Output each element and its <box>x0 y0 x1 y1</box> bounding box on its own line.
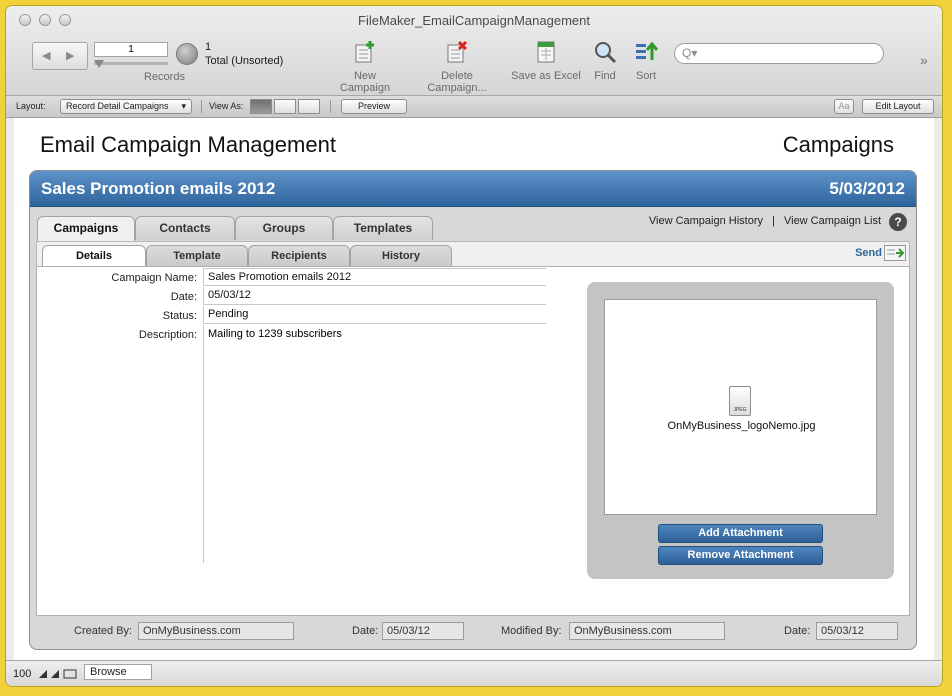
view-as-table-button[interactable] <box>298 99 320 114</box>
save-as-excel-button[interactable]: Save as Excel <box>511 40 581 82</box>
delete-campaign-label: Delete Campaign... <box>427 70 487 94</box>
mode-indicator[interactable]: Browse <box>84 664 152 680</box>
campaign-name-field[interactable]: Sales Promotion emails 2012 <box>203 268 546 286</box>
save-as-excel-label: Save as Excel <box>511 70 581 82</box>
date-field[interactable]: 05/03/12 <box>203 287 546 305</box>
campaign-date-heading: 5/03/2012 <box>829 179 905 198</box>
remove-attachment-button[interactable]: Remove Attachment <box>658 546 823 565</box>
view-as-label: View As: <box>209 101 244 111</box>
campaign-header: Sales Promotion emails 2012 5/03/2012 <box>30 171 916 207</box>
campaign-name-label: Campaign Name: <box>111 272 197 284</box>
modified-by-field: OnMyBusiness.com <box>569 622 725 640</box>
preview-button[interactable]: Preview <box>341 99 407 114</box>
title-bar: FileMaker_EmailCampaignManagement ◀ ▶ 1 … <box>6 6 942 96</box>
modified-date-label: Date: <box>784 625 811 637</box>
record-count: 1 <box>205 41 212 53</box>
records-label: Records <box>144 71 185 83</box>
view-campaign-list-link[interactable]: View Campaign List <box>784 215 881 227</box>
campaign-links: View Campaign History | View Campaign Li… <box>649 215 881 227</box>
text-format-button[interactable]: Aa <box>834 99 854 114</box>
tab-contacts[interactable]: Contacts <box>135 216 235 240</box>
layout-label: Layout: <box>16 101 46 111</box>
find-label: Find <box>594 70 616 82</box>
zoom-controls-icon[interactable] <box>38 669 78 679</box>
description-field[interactable]: Mailing to 1239 subscribers <box>203 325 546 563</box>
link-separator: | <box>772 215 775 227</box>
record-slider-handle[interactable] <box>94 60 104 68</box>
campaign-panel: Sales Promotion emails 2012 5/03/2012 Ca… <box>29 170 917 650</box>
new-campaign-label: New Campaign <box>339 70 391 94</box>
record-navigation-book[interactable]: ◀ ▶ <box>32 42 88 70</box>
quick-find-input[interactable]: Q▾ <box>674 43 884 64</box>
send-icon[interactable] <box>884 245 906 261</box>
tab-details[interactable]: Details <box>42 245 146 268</box>
edit-layout-button[interactable]: Edit Layout <box>862 99 934 114</box>
layout-select-value: Record Detail Campaigns <box>66 101 169 111</box>
modified-by-label: Modified By: <box>501 625 562 637</box>
previous-record-icon[interactable]: ◀ <box>42 49 50 62</box>
sort-icon <box>636 41 658 60</box>
new-record-icon <box>355 41 374 63</box>
view-as-form-button[interactable] <box>250 99 272 114</box>
layout-select[interactable]: Record Detail Campaigns ▾ <box>60 99 192 114</box>
view-as-list-button[interactable] <box>274 99 296 114</box>
section-title: Campaigns <box>782 132 894 157</box>
attachment-file-name: OnMyBusiness_logoNemo.jpg <box>667 420 816 432</box>
magnifier-icon <box>595 42 617 64</box>
modified-date-field: 05/03/12 <box>816 622 898 640</box>
search-icon: Q▾ <box>682 46 698 60</box>
found-status: Total (Unsorted) <box>205 55 284 67</box>
file-type-label: JPEG <box>733 407 747 413</box>
status-field[interactable]: Pending <box>203 306 546 324</box>
tab-recipients[interactable]: Recipients <box>248 245 350 267</box>
created-by-field: OnMyBusiness.com <box>138 622 294 640</box>
status-bar: 100 Browse <box>6 660 942 686</box>
tab-template[interactable]: Template <box>146 245 248 267</box>
campaign-name-heading: Sales Promotion emails 2012 <box>41 179 276 198</box>
send-button[interactable]: Send <box>855 247 882 259</box>
sort-button[interactable]: Sort <box>631 40 661 82</box>
tab-campaigns[interactable]: Campaigns <box>37 216 135 241</box>
record-slider[interactable] <box>94 62 168 65</box>
view-campaign-history-link[interactable]: View Campaign History <box>649 215 763 227</box>
help-icon[interactable]: ? <box>889 213 907 231</box>
app-window: FileMaker_EmailCampaignManagement ◀ ▶ 1 … <box>6 6 942 686</box>
status-label: Status: <box>162 310 197 322</box>
created-date-field: 05/03/12 <box>382 622 464 640</box>
sort-label: Sort <box>635 70 657 82</box>
next-record-icon[interactable]: ▶ <box>66 49 74 62</box>
delete-campaign-button[interactable]: Delete Campaign... <box>410 40 504 94</box>
toolbar-overflow-icon[interactable]: » <box>920 52 928 68</box>
description-text: Mailing to 1239 subscribers <box>208 328 342 340</box>
details-form: Campaign Name: Sales Promotion emails 20… <box>36 266 910 616</box>
excel-icon <box>537 41 555 63</box>
chevron-down-icon: ▾ <box>181 101 186 111</box>
zoom-level[interactable]: 100 <box>13 668 31 680</box>
created-date-label: Date: <box>352 625 379 637</box>
toolbar-divider <box>201 100 202 113</box>
record-footer: Created By: OnMyBusiness.com Date: 05/03… <box>36 620 910 642</box>
find-button[interactable]: Find <box>590 40 620 82</box>
description-label: Description: <box>138 329 197 341</box>
attachment-panel: JPEG OnMyBusiness_logoNemo.jpg Add Attac… <box>587 282 894 579</box>
page-title: Email Campaign Management <box>40 132 336 157</box>
created-by-label: Created By: <box>74 625 133 637</box>
window-title: FileMaker_EmailCampaignManagement <box>358 13 590 28</box>
tab-groups[interactable]: Groups <box>235 216 333 240</box>
date-label: Date: <box>170 291 197 303</box>
add-attachment-button[interactable]: Add Attachment <box>658 524 823 543</box>
found-set-pie-icon <box>176 43 198 65</box>
layout-content: Email Campaign Management Campaigns Sale… <box>14 118 934 660</box>
delete-record-icon <box>447 40 468 63</box>
current-record-field[interactable]: 1 <box>94 42 168 57</box>
layout-bar: Layout: Record Detail Campaigns ▾ View A… <box>6 96 942 118</box>
tab-history[interactable]: History <box>350 245 452 267</box>
toolbar-divider <box>330 100 331 113</box>
jpeg-file-icon: JPEG <box>729 386 751 416</box>
attachment-container[interactable]: JPEG OnMyBusiness_logoNemo.jpg <box>604 299 877 515</box>
new-campaign-button[interactable]: New Campaign <box>328 40 402 94</box>
tab-templates[interactable]: Templates <box>333 216 433 240</box>
